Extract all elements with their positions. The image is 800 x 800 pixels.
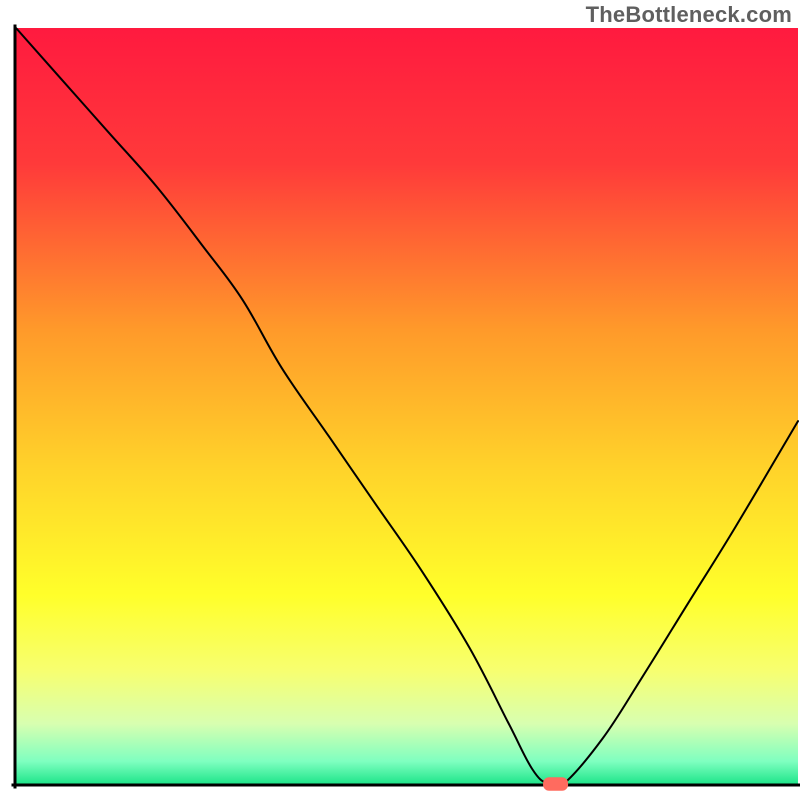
- chart-plot-area: [16, 28, 798, 784]
- watermark-text: TheBottleneck.com: [586, 2, 792, 28]
- chart-container: TheBottleneck.com: [0, 0, 800, 800]
- bottleneck-chart: [0, 0, 800, 800]
- minimum-marker: [543, 777, 568, 791]
